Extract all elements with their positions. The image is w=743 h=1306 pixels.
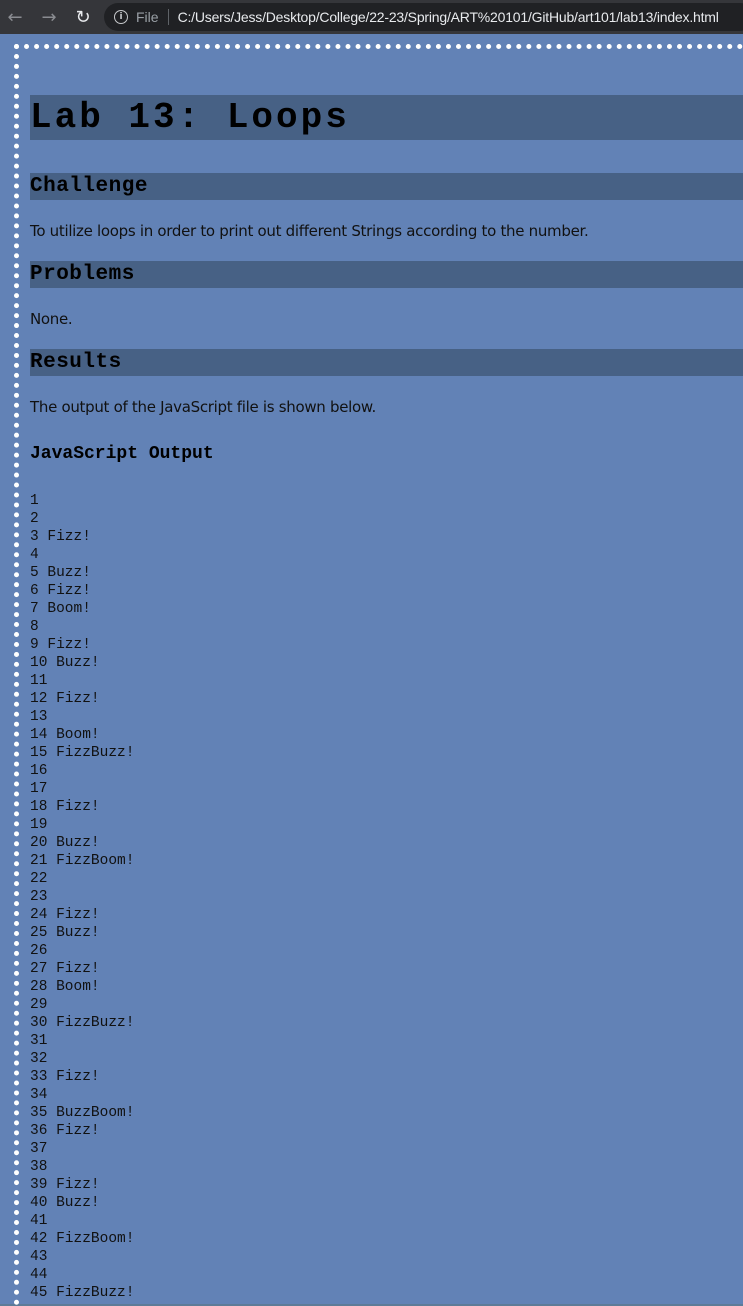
output-line: 37 [30,1141,48,1157]
url-text[interactable]: C:/Users/Jess/Desktop/College/22-23/Spri… [178,9,719,25]
output-line: 17 [30,781,48,797]
output-line: 33 Fizz! [30,1069,100,1085]
dotted-frame-left [14,44,19,1306]
output-line: 10 Buzz! [30,655,100,671]
results-text: The output of the JavaScript file is sho… [30,398,376,416]
problems-text: None. [30,310,73,328]
forward-button[interactable]: → [34,2,64,32]
output-line: 44 [30,1267,48,1283]
address-separator [167,9,169,25]
output-line: 41 [30,1213,48,1229]
dotted-frame-top [14,44,743,49]
output-line: 15 FizzBuzz! [30,745,135,761]
output-line: 26 [30,943,48,959]
output-line: 36 Fizz! [30,1123,100,1139]
output-line: 22 [30,871,48,887]
browser-toolbar: ← → ↻ i File C:/Users/Jess/Desktop/Colle… [0,0,743,34]
output-line: 45 FizzBuzz! [30,1285,135,1301]
arrow-right-icon: → [41,6,57,28]
output-line: 32 [30,1051,48,1067]
output-line: 31 [30,1033,48,1049]
output-line: 14 Boom! [30,727,100,743]
output-line: 28 Boom! [30,979,100,995]
output-line: 42 FizzBoom! [30,1231,135,1247]
results-heading: Results [30,349,743,376]
output-line: 5 Buzz! [30,565,91,581]
output-line: 38 [30,1159,48,1175]
output-line: 4 [30,547,39,563]
output-line: 13 [30,709,48,725]
challenge-heading: Challenge [30,173,743,200]
output-line: 7 Boom! [30,601,91,617]
output-line: 9 Fizz! [30,637,91,653]
output-line: 19 [30,817,48,833]
output-line: 34 [30,1087,48,1103]
reload-button[interactable]: ↻ [68,2,98,32]
page-viewport: Lab 13: Loops Challenge To utilize loops… [0,34,743,1306]
output-line: 30 FizzBuzz! [30,1015,135,1031]
info-icon[interactable]: i [114,10,128,24]
output-line: 12 Fizz! [30,691,100,707]
arrow-left-icon: ← [7,6,23,28]
output-line: 24 Fizz! [30,907,100,923]
output-line: 6 Fizz! [30,583,91,599]
output-line: 21 FizzBoom! [30,853,135,869]
output-heading: JavaScript Output [30,444,214,464]
output-line: 11 [30,673,48,689]
output-line: 3 Fizz! [30,529,91,545]
output-line: 40 Buzz! [30,1195,100,1211]
output-line: 16 [30,763,48,779]
reload-icon: ↻ [75,6,91,28]
address-bar[interactable]: i File C:/Users/Jess/Desktop/College/22-… [104,3,743,31]
output-line: 18 Fizz! [30,799,100,815]
output-line: 2 [30,511,39,527]
output-line: 20 Buzz! [30,835,100,851]
output-line: 29 [30,997,48,1013]
javascript-output: 1 2 3 Fizz! 4 5 Buzz! 6 Fizz! 7 Boom! 8 9 Fizz! 1… [30,492,134,1302]
scheme-label: File [136,9,159,25]
output-line: 43 [30,1249,48,1265]
output-line: 27 Fizz! [30,961,100,977]
output-line: 23 [30,889,48,905]
page-title: Lab 13: Loops [30,95,743,140]
output-line: 39 Fizz! [30,1177,100,1193]
output-line: 35 BuzzBoom! [30,1105,135,1121]
back-button[interactable]: ← [0,2,30,32]
challenge-text: To utilize loops in order to print out d… [30,222,589,240]
output-line: 25 Buzz! [30,925,100,941]
output-line: 8 [30,619,39,635]
output-line: 1 [30,493,39,509]
problems-heading: Problems [30,261,743,288]
